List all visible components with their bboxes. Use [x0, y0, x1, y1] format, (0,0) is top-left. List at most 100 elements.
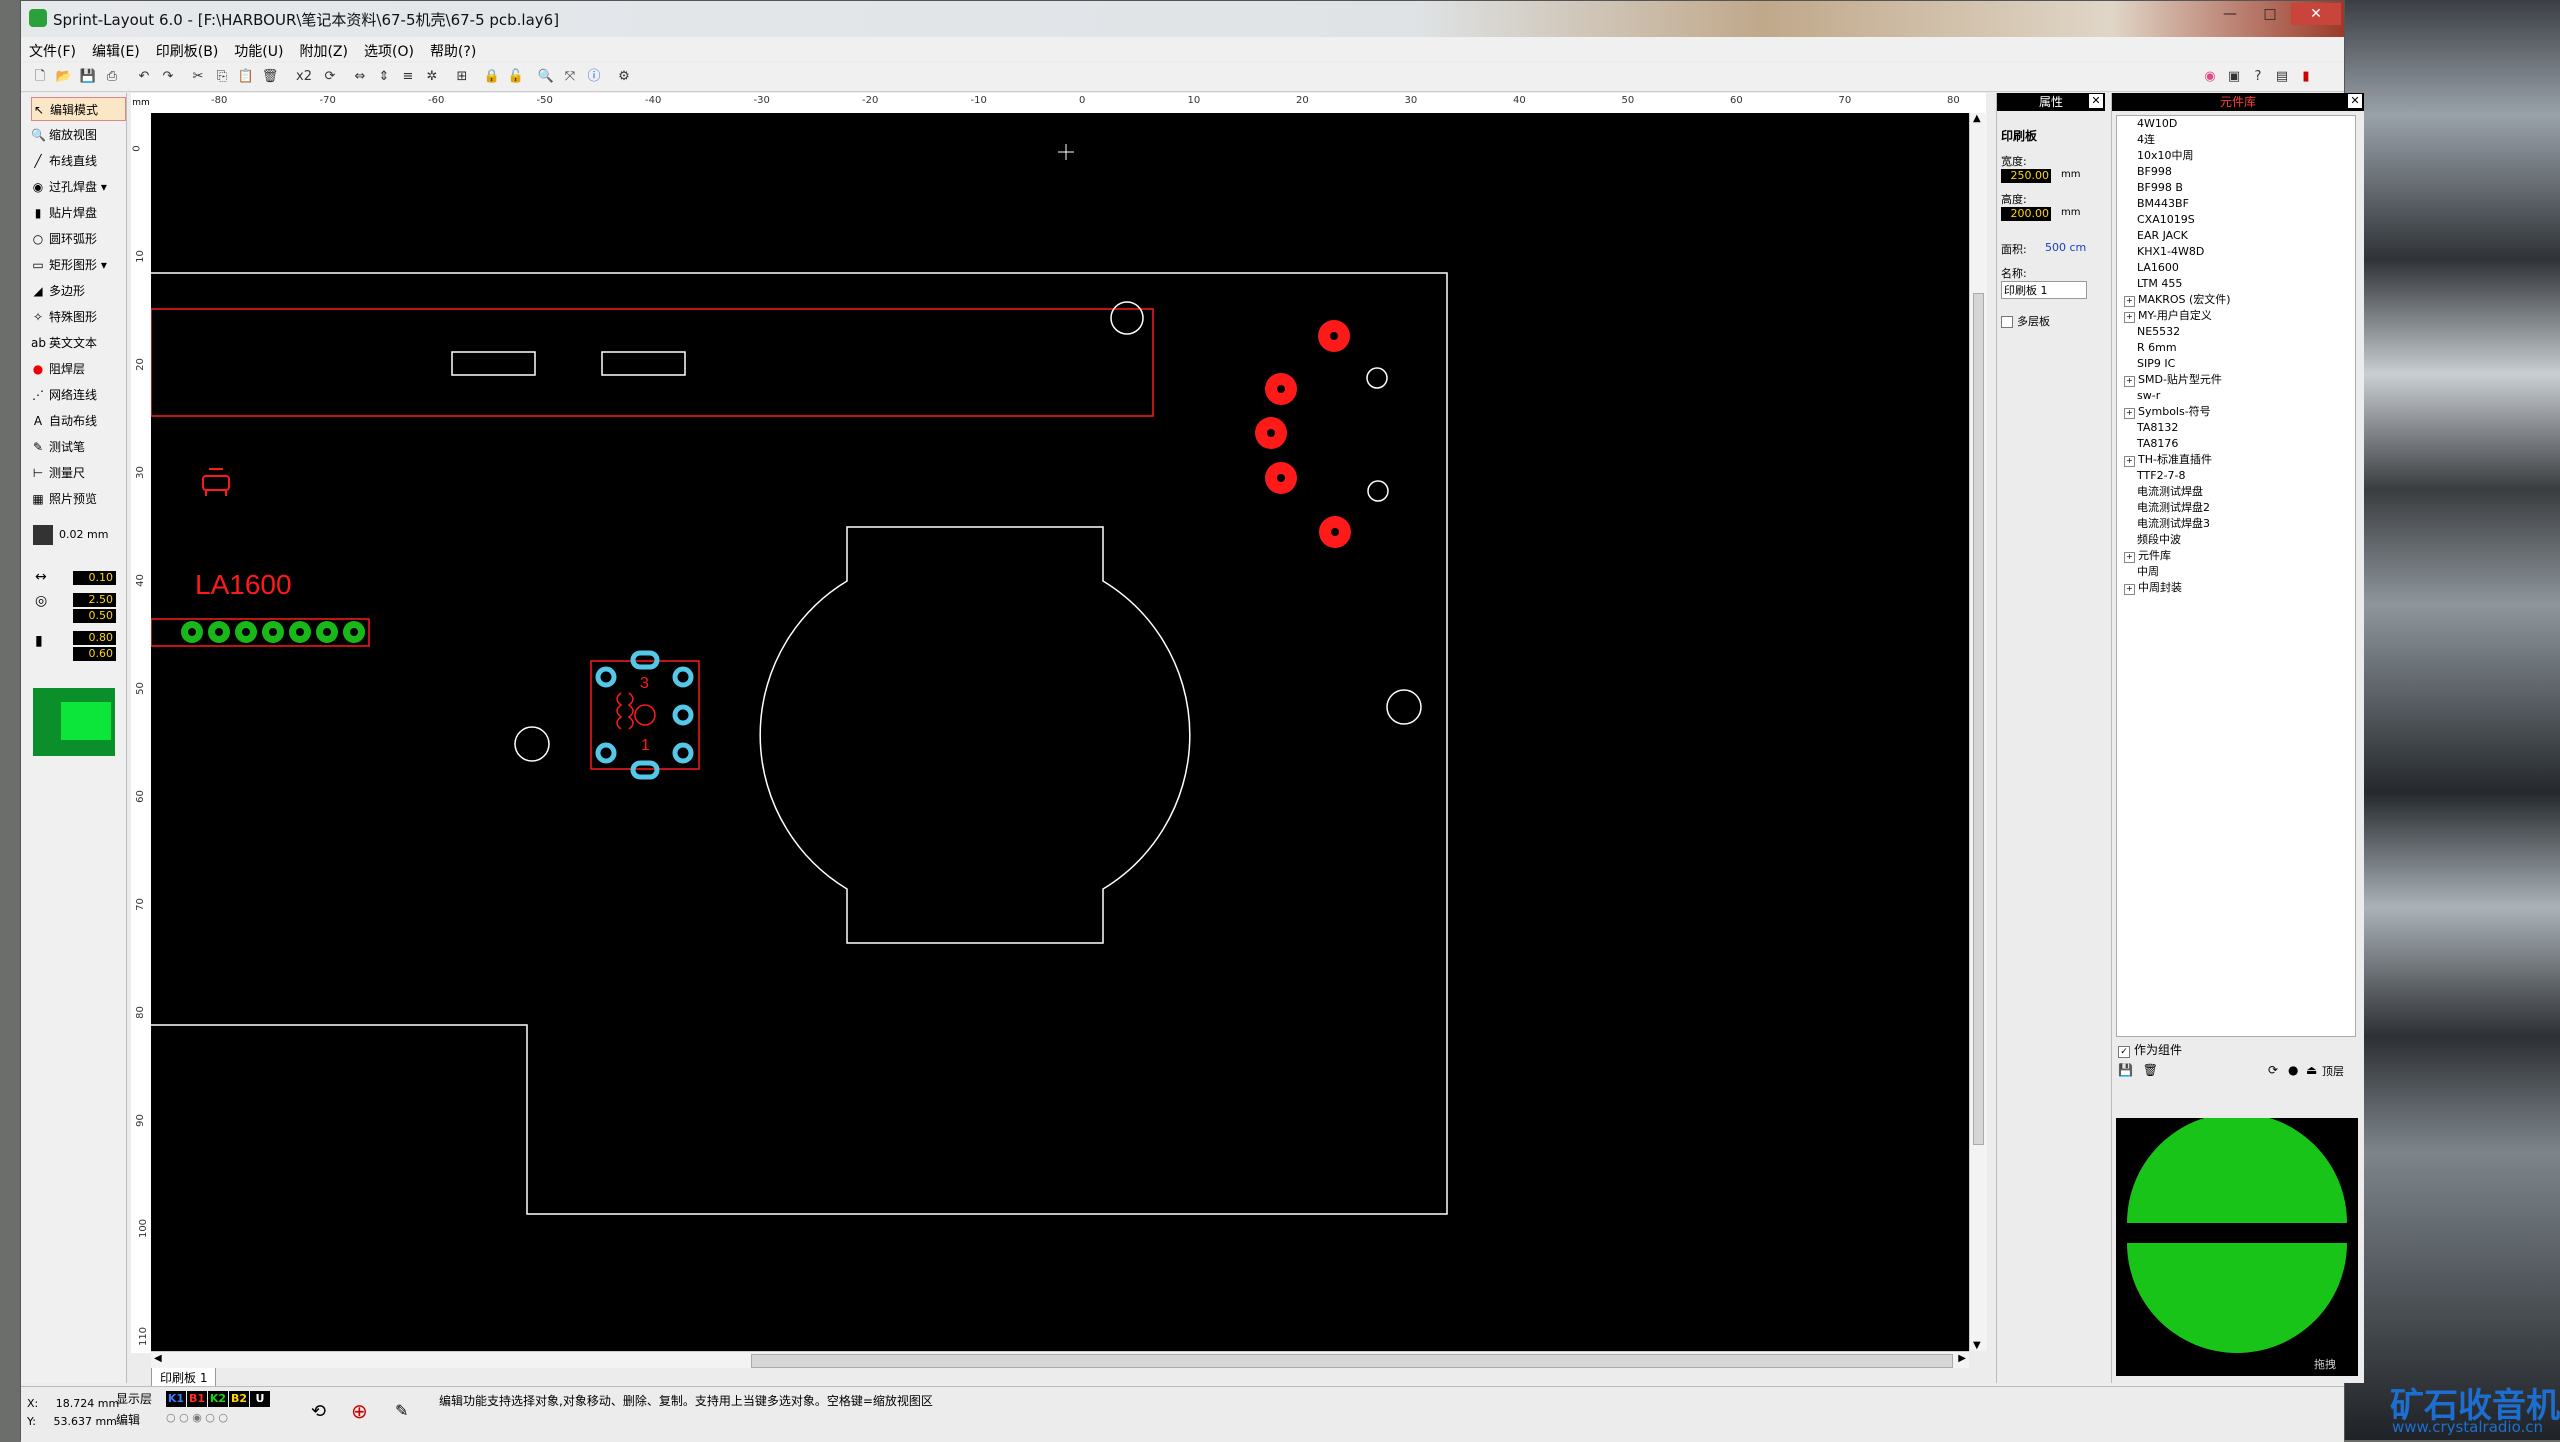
speaker-cutout[interactable]	[759, 526, 1191, 944]
search-icon[interactable]: 🔍	[537, 68, 555, 86]
library-item[interactable]: 电流测试焊盘2	[2117, 500, 2355, 516]
multilayer-checkbox[interactable]: 多层板	[2001, 313, 2050, 329]
expand-icon[interactable]: +	[2124, 456, 2135, 467]
copy-icon[interactable]: ⎘	[213, 68, 231, 86]
coil-slot-pad[interactable]	[630, 760, 660, 780]
rubberband-icon[interactable]: ✎	[395, 1401, 408, 1420]
save-icon[interactable]: 💾	[79, 68, 97, 86]
tool-rectangle[interactable]: ▭ 矩形图形 ▾	[31, 253, 126, 277]
tool-autoroute[interactable]: A 自动布线	[31, 409, 126, 433]
library-item[interactable]: TA8132	[2117, 420, 2355, 436]
transformer-component[interactable]: 3 1	[590, 650, 700, 780]
library-item[interactable]: sw-r	[2117, 388, 2355, 404]
new-file-icon[interactable]: 🗋	[31, 68, 49, 86]
rotate-icon[interactable]: ⟳	[321, 68, 339, 86]
check-icon[interactable]: ✓	[2118, 1046, 2130, 1058]
library-folder[interactable]: + TH-标准直插件	[2117, 452, 2355, 468]
library-item[interactable]: LA1600	[2117, 260, 2355, 276]
layer-k1-icon[interactable]: ▣	[2225, 68, 2243, 86]
copper-rectangle[interactable]	[151, 308, 1154, 417]
mounting-hole[interactable]	[1367, 480, 1389, 502]
track-width-field[interactable]: 0.10	[73, 571, 116, 585]
library-item[interactable]: 频段中波	[2117, 532, 2355, 548]
properties-icon[interactable]: ✲	[423, 68, 441, 86]
track-mode-icon[interactable]: ⟲	[311, 1401, 326, 1422]
slot-left[interactable]	[451, 351, 536, 376]
maximize-button[interactable]: □	[2251, 3, 2289, 25]
library-item[interactable]: R 6mm	[2117, 340, 2355, 356]
cut-icon[interactable]: ✂	[189, 68, 207, 86]
tool-circle[interactable]: ○ 圆环弧形	[31, 227, 126, 251]
coil-slot-pad[interactable]	[630, 650, 660, 670]
layer-u-button[interactable]: U	[250, 1391, 270, 1407]
layer-dot-icon[interactable]: ●	[2288, 1063, 2298, 1077]
library-folder[interactable]: + 中周封装	[2117, 580, 2355, 596]
coil-pad[interactable]	[672, 666, 694, 688]
library-item[interactable]: 10x10中周	[2117, 148, 2355, 164]
layer-k2-button[interactable]: K2	[208, 1391, 228, 1407]
checkbox-box[interactable]	[2001, 316, 2013, 328]
unlock-icon[interactable]: 🔓	[507, 68, 525, 86]
vertical-scroll-thumb[interactable]	[1973, 293, 1984, 1145]
gerber-export-icon[interactable]: ▮	[2297, 68, 2315, 86]
menu-options[interactable]: 选项(O)	[356, 37, 422, 61]
tool-via-pad[interactable]: ◉ 过孔焊盘 ▾	[31, 175, 126, 199]
close-icon[interactable]: ✕	[2348, 94, 2362, 108]
library-item[interactable]: 4连	[2117, 132, 2355, 148]
redo-icon[interactable]: ↷	[159, 68, 177, 86]
tool-track[interactable]: ╱ 布线直线	[31, 149, 126, 173]
group-icon[interactable]: ⊞	[453, 68, 471, 86]
mounting-hole[interactable]	[514, 726, 550, 762]
tool-solder-mask[interactable]: ● 阻焊层	[31, 357, 126, 381]
tool-measure[interactable]: ⊢ 测量尺	[31, 461, 126, 485]
tool-polygon[interactable]: ◢ 多边形	[31, 279, 126, 303]
smd-height-field[interactable]: 0.60	[73, 647, 116, 661]
close-icon[interactable]: ✕	[2089, 94, 2103, 108]
layer-b1-button[interactable]: B1	[187, 1391, 207, 1407]
smd-width-field[interactable]: 0.80	[73, 631, 116, 645]
expand-icon[interactable]: +	[2124, 552, 2135, 563]
width-field[interactable]: 250.00	[2001, 169, 2051, 183]
library-item[interactable]: LTM 455	[2117, 276, 2355, 292]
tool-text[interactable]: ab 英文文本	[31, 331, 126, 355]
library-item[interactable]: BM443BF	[2117, 196, 2355, 212]
tool-zoom[interactable]: 🔍 缩放视图	[31, 123, 126, 147]
scroll-down-icon[interactable]: ▼	[1973, 1340, 1981, 1351]
print-icon[interactable]: ⎙	[103, 68, 121, 86]
library-item[interactable]: TA8176	[2117, 436, 2355, 452]
library-item[interactable]: SIP9 IC	[2117, 356, 2355, 372]
menu-help[interactable]: 帮助(?)	[422, 37, 484, 61]
layer-b2-button[interactable]: B2	[229, 1391, 249, 1407]
mirror-vertical-icon[interactable]: ⇕	[375, 68, 393, 86]
transform-icon[interactable]: ⤧	[561, 68, 579, 86]
mounting-hole[interactable]	[1386, 689, 1422, 725]
refresh-icon[interactable]: ⟳	[2268, 1063, 2278, 1077]
library-item[interactable]: CXA1019S	[2117, 212, 2355, 228]
scroll-left-icon[interactable]: ◀	[154, 1353, 162, 1364]
lock-icon[interactable]: 🔒	[483, 68, 501, 86]
layer-k1-button[interactable]: K1	[166, 1391, 186, 1407]
info-icon[interactable]: ⓘ	[585, 68, 603, 86]
expand-icon[interactable]: +	[2124, 312, 2135, 323]
library-item[interactable]: KHX1-4W8D	[2117, 244, 2355, 260]
pcb-canvas[interactable]: LA1600 3 1	[151, 113, 1969, 1351]
coil-pad[interactable]	[672, 742, 694, 764]
delete-icon[interactable]: 🗑	[2143, 1063, 2158, 1077]
library-item[interactable]: 中周	[2117, 564, 2355, 580]
chevron-down-icon[interactable]: ▾	[101, 258, 107, 272]
tool-photo-view[interactable]: ▦ 照片预览	[31, 487, 126, 511]
chevron-down-icon[interactable]: ▾	[101, 180, 107, 194]
pad-outer-field[interactable]: 2.50	[73, 593, 116, 607]
library-folder[interactable]: + SMD-贴片型元件	[2117, 372, 2355, 388]
board-outline[interactable]	[151, 272, 1448, 1215]
menu-board[interactable]: 印刷板(B)	[148, 37, 227, 61]
horizontal-scroll-thumb[interactable]	[751, 1354, 1953, 1368]
library-item[interactable]: 电流测试焊盘3	[2117, 516, 2355, 532]
vertical-scrollbar[interactable]: ▲ ▼	[1969, 113, 1987, 1351]
library-item[interactable]: EAR JACK	[2117, 228, 2355, 244]
scroll-right-icon[interactable]: ▶	[1958, 1353, 1966, 1364]
library-item[interactable]: 4W10D	[2117, 116, 2355, 132]
mounting-hole[interactable]	[1366, 367, 1388, 389]
height-field[interactable]: 200.00	[2001, 207, 2051, 221]
tool-special-shape[interactable]: ✧ 特殊图形	[31, 305, 126, 329]
